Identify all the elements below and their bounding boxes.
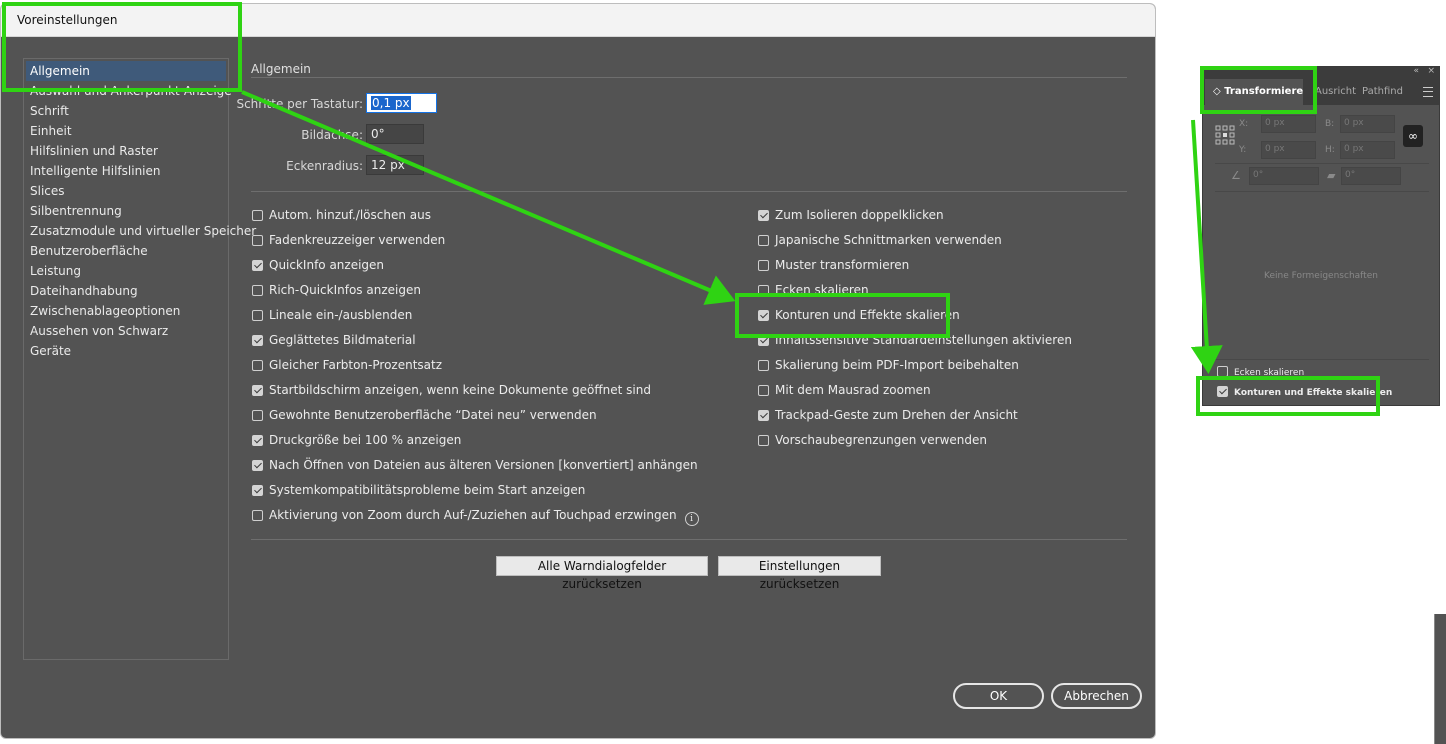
annotation-arrows: [241, 90, 1223, 374]
arrow-to-panel-konturen: [1190, 119, 1223, 374]
arrow-to-konturen: [241, 90, 736, 305]
